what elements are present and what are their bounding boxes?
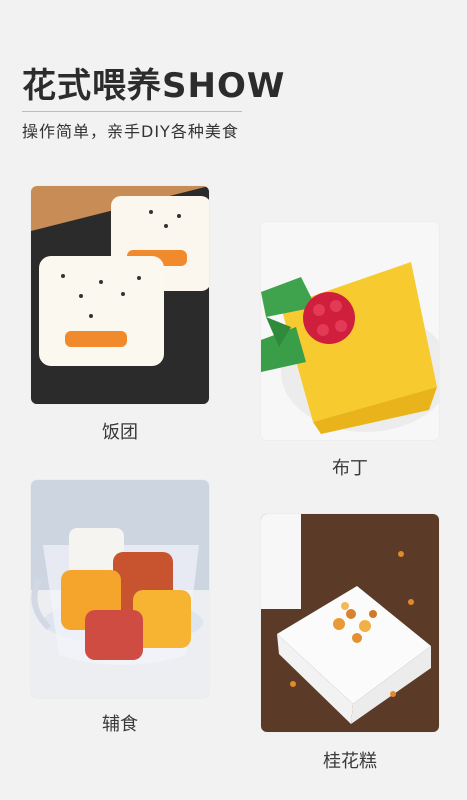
rice-ball-image (31, 186, 209, 404)
page-subtitle: 操作简单，亲手DIY各种美食 (22, 122, 239, 141)
pudding-image (261, 222, 439, 440)
baby-food-image (31, 480, 209, 698)
title-divider (22, 111, 242, 112)
pudding-label: 布丁 (332, 458, 368, 479)
page: 花式喂养SHOW 操作简单，亲手DIY各种美食 饭团 布丁 辅食 桂花糕 (0, 0, 467, 800)
baby-food-label: 辅食 (102, 714, 138, 735)
page-title: 花式喂养SHOW (22, 66, 286, 106)
rice-ball-label: 饭团 (102, 422, 138, 443)
osmanthus-cake-label: 桂花糕 (323, 751, 377, 772)
osmanthus-cake-image (261, 514, 439, 732)
